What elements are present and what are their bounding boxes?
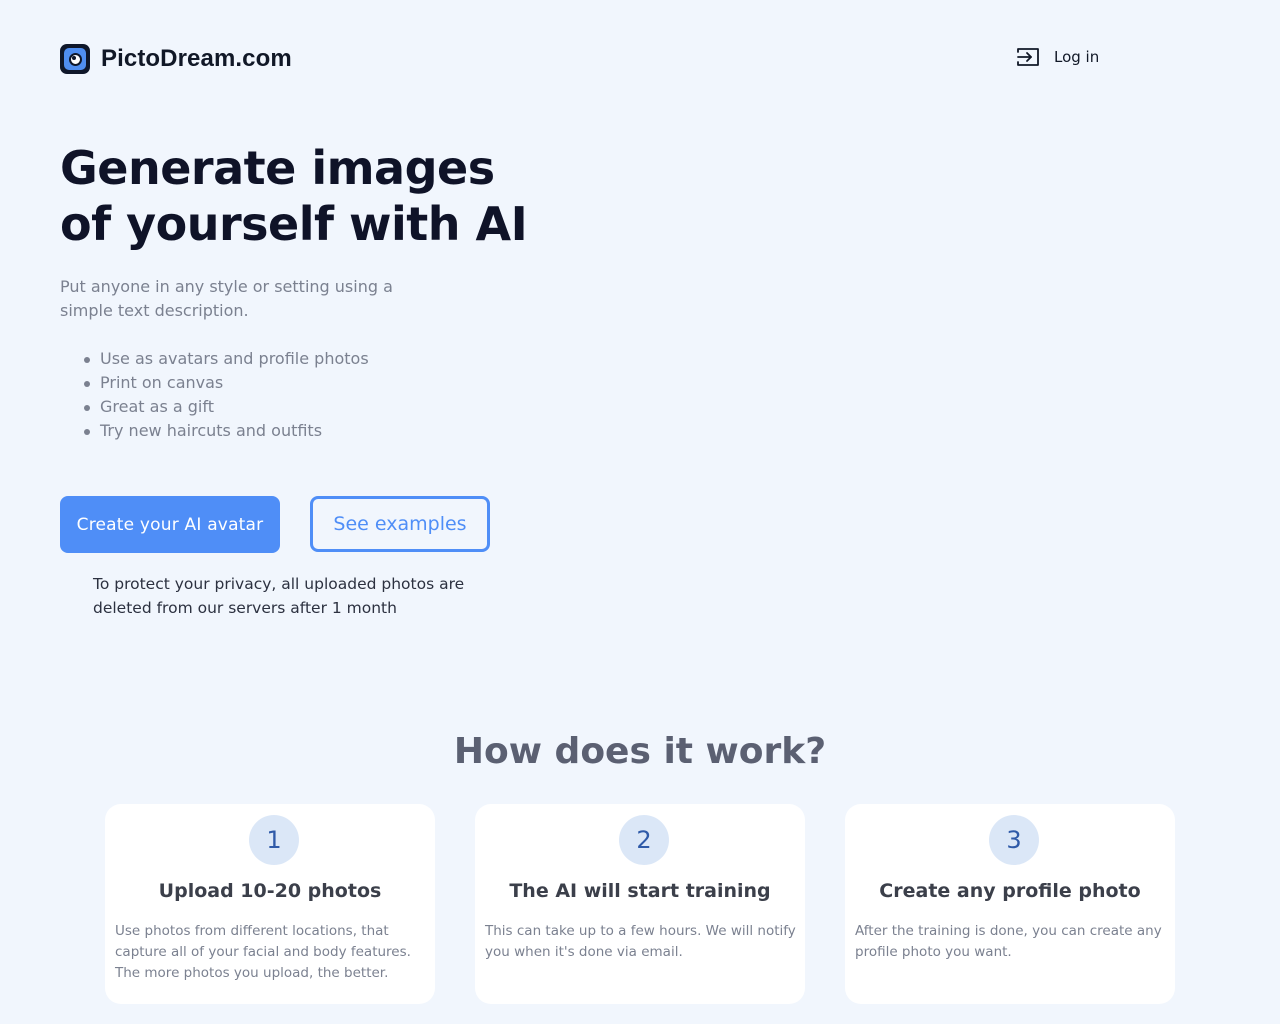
step-title: Create any profile photo bbox=[879, 880, 1141, 902]
login-label: Log in bbox=[1054, 48, 1100, 66]
step-description: After the training is done, you can crea… bbox=[855, 923, 1162, 960]
brand-logo[interactable]: PictoDream.com bbox=[60, 44, 292, 74]
step-card-2: 2 The AI will start training This can ta… bbox=[475, 804, 805, 1004]
step-number-badge: 1 bbox=[249, 815, 299, 865]
camera-lens-logo-icon bbox=[60, 44, 90, 74]
feature-item: Use as avatars and profile photos bbox=[84, 347, 369, 371]
login-link[interactable]: Log in bbox=[1016, 47, 1099, 67]
feature-item: Try new haircuts and outfits bbox=[84, 419, 369, 443]
step-number-badge: 3 bbox=[989, 815, 1039, 865]
brand-name: PictoDream.com bbox=[101, 45, 292, 72]
step-description: Use photos from different locations, tha… bbox=[115, 923, 411, 981]
create-avatar-button[interactable]: Create your AI avatar bbox=[60, 496, 280, 553]
privacy-note: To protect your privacy, all uploaded ph… bbox=[93, 575, 465, 617]
step-number-badge: 2 bbox=[619, 815, 669, 865]
see-examples-button[interactable]: See examples bbox=[310, 496, 490, 552]
step-card-1: 1 Upload 10-20 photos Use photos from di… bbox=[105, 804, 435, 1004]
hero-title-line-2: of yourself with AI bbox=[60, 197, 528, 251]
login-arrow-icon bbox=[1017, 48, 1039, 66]
how-it-works-title: How does it work? bbox=[453, 731, 827, 772]
hero-subtitle: Put anyone in any style or setting using… bbox=[60, 277, 393, 320]
step-title: The AI will start training bbox=[509, 880, 771, 902]
feature-item: Print on canvas bbox=[84, 371, 369, 395]
step-title: Upload 10-20 photos bbox=[158, 880, 382, 902]
feature-item: Great as a gift bbox=[84, 395, 369, 419]
step-card-3: 3 Create any profile photo After the tra… bbox=[845, 804, 1175, 1004]
hero-title-line-1: Generate images bbox=[60, 141, 495, 195]
site-header: PictoDream.com Log in bbox=[60, 42, 1220, 76]
hero-title: Generate images of yourself with AI bbox=[60, 140, 580, 252]
feature-list: Use as avatars and profile photos Print … bbox=[84, 347, 369, 443]
step-description: This can take up to a few hours. We will… bbox=[485, 923, 796, 960]
